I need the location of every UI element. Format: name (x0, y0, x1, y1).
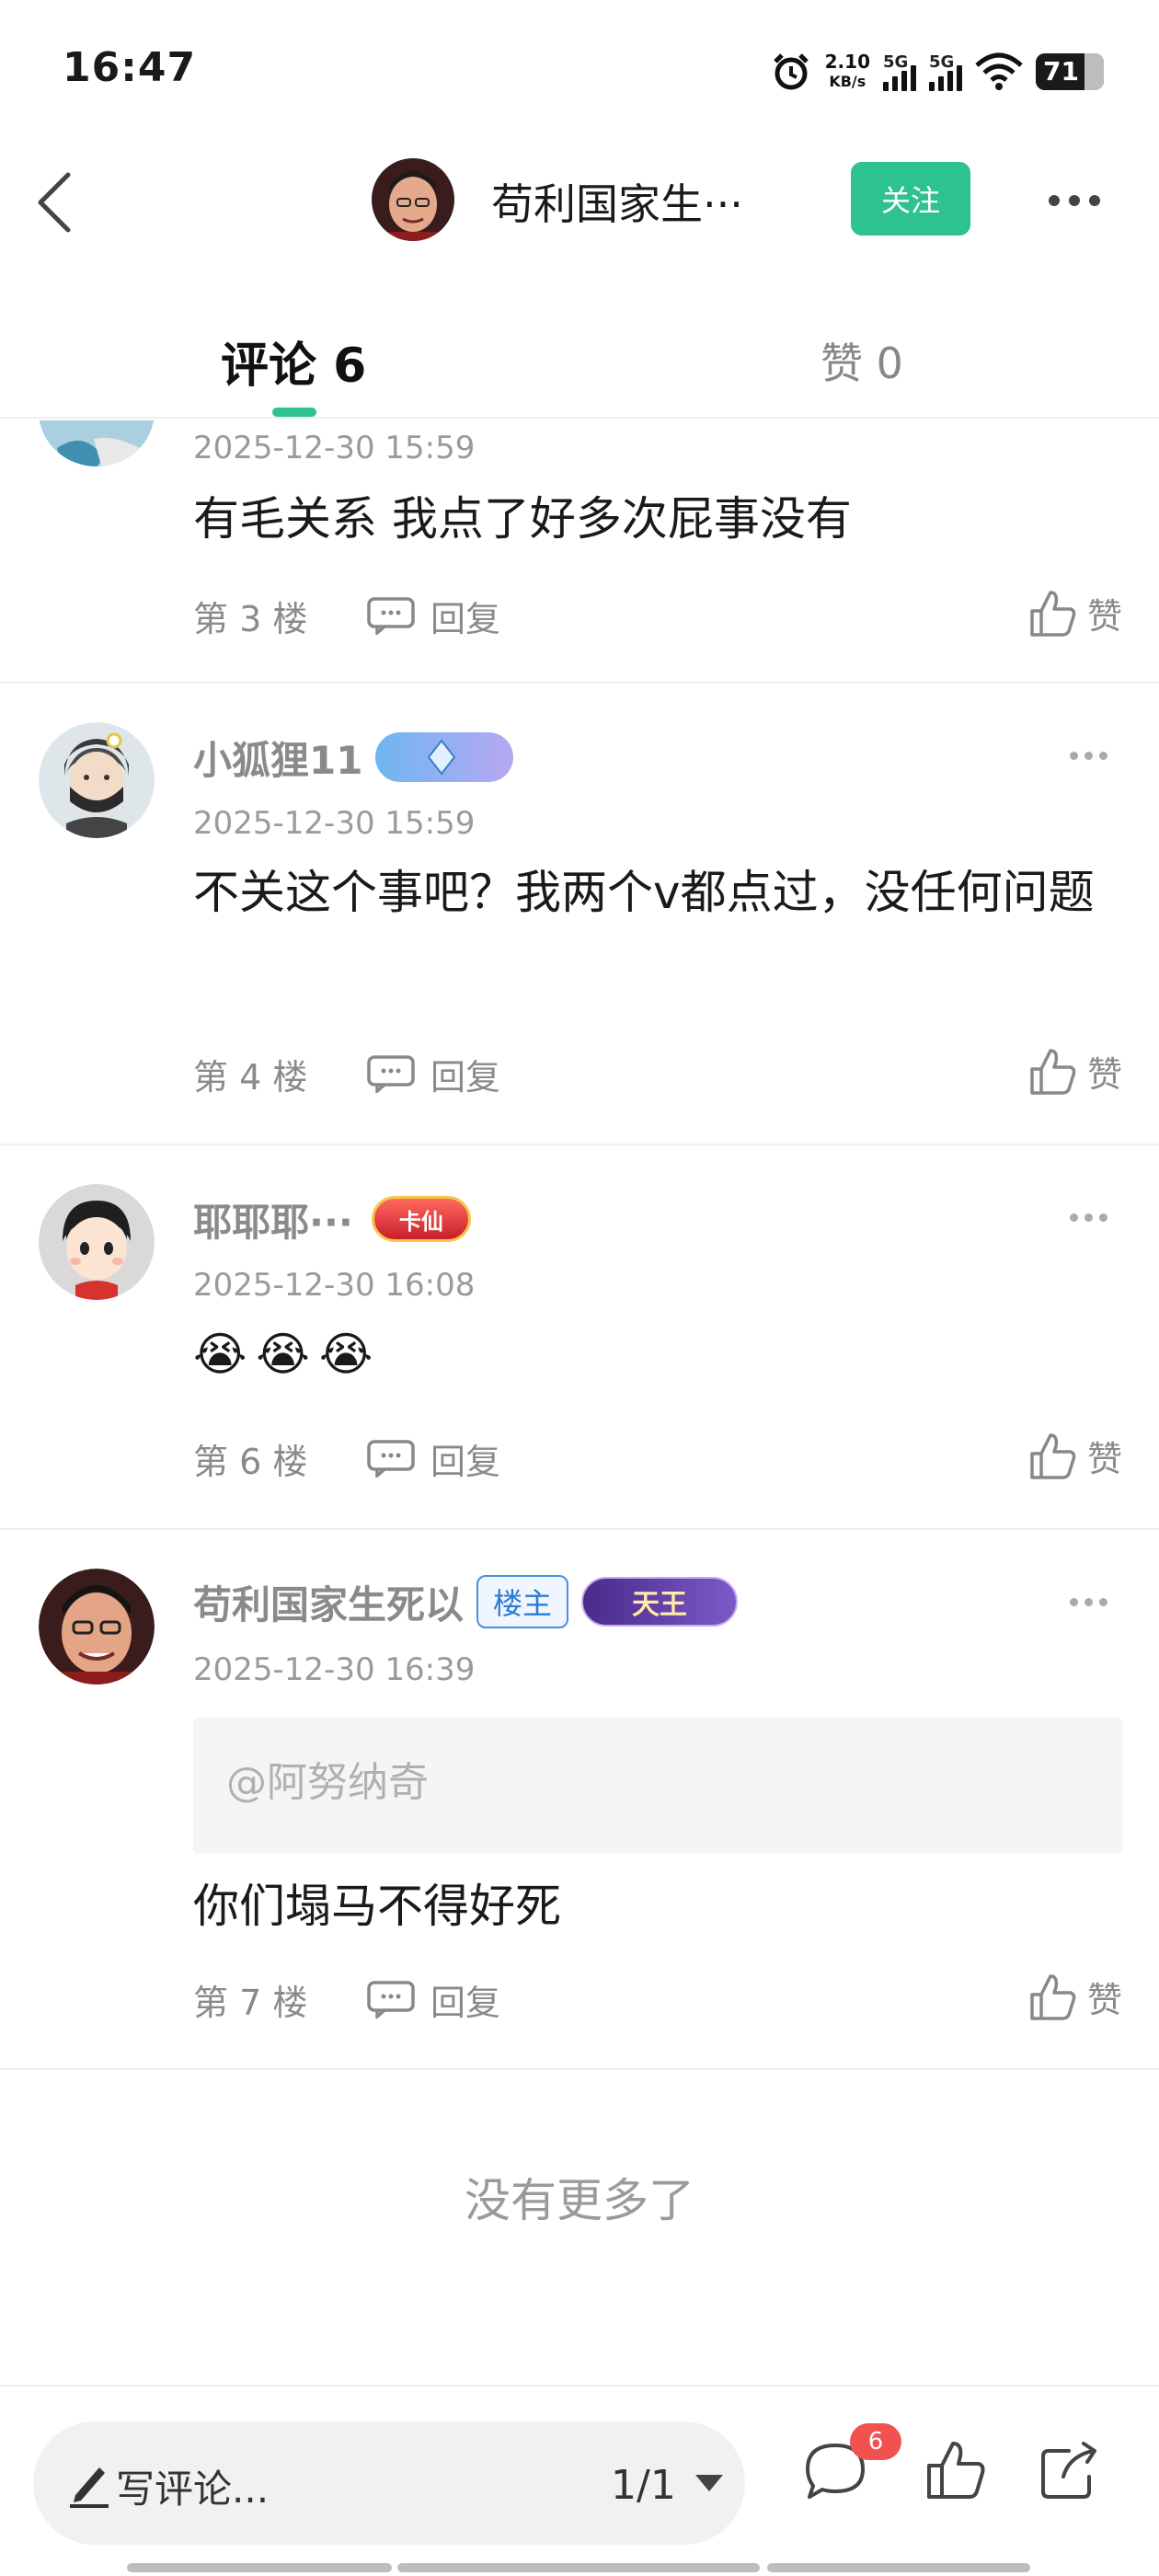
owner-tag: 楼主 (476, 1575, 569, 1628)
signal-icon: 5G (929, 52, 962, 91)
level-badge: 天王 (581, 1577, 739, 1627)
thumbs-up-icon[interactable] (920, 2434, 993, 2508)
net-speed-value: 2.10 (824, 51, 870, 73)
reply-icon[interactable] (366, 1439, 416, 1478)
comment-footer: 第 3 楼 回复 赞 (193, 588, 1122, 643)
gesture-bar (127, 2563, 392, 2572)
bottom-bar: 写评论... 1/1 6 (0, 2385, 1159, 2576)
author-name[interactable]: 苟利国家生死以 (193, 1574, 464, 1630)
thumbs-up-icon (1030, 590, 1076, 637)
like-label: 赞 (1086, 596, 1122, 637)
gesture-bar (397, 2563, 760, 2572)
more-options-icon[interactable] (1049, 182, 1113, 219)
reply-button[interactable]: 回复 (430, 1049, 500, 1099)
floor-number: 第 3 楼 (193, 598, 308, 639)
signal-label: 5G (929, 52, 955, 72)
comment-more-icon[interactable] (1070, 1213, 1107, 1222)
write-comment-placeholder: 写评论... (116, 2467, 270, 2512)
share-icon[interactable] (1032, 2434, 1106, 2508)
floor-number: 第 6 楼 (193, 1441, 308, 1482)
net-speed: 2.10 KB/s (825, 52, 870, 92)
floor-number: 第 4 楼 (193, 1056, 308, 1098)
comment-text: 有毛关系 我点了好多次屁事没有 (193, 492, 852, 546)
pencil-icon (70, 2467, 109, 2508)
reply-icon[interactable] (366, 1980, 416, 2018)
status-bar: 16:47 2.10 KB/s 5G 5G 71 (0, 0, 1159, 138)
author-avatar[interactable] (372, 158, 454, 241)
comment-footer: 第 4 楼 回复 赞 (193, 1046, 1122, 1101)
comment-time: 2025-12-30 16:39 (193, 1651, 476, 1688)
comment-item: 小狐狸11 2025-12-30 15:59 不关这个事吧？我两个v都点过，没任… (0, 685, 1159, 1145)
alarm-icon (773, 53, 809, 90)
reply-button[interactable]: 回复 (430, 1974, 500, 2025)
thumbs-up-icon (1030, 1432, 1076, 1479)
page-indicator[interactable]: 1/1 (611, 2462, 676, 2509)
comment-more-icon[interactable] (1070, 1598, 1107, 1606)
battery-level: 71 (1043, 56, 1079, 86)
wifi-icon (975, 52, 1023, 90)
chevron-down-icon[interactable] (695, 2475, 723, 2491)
page-title[interactable]: 苟利国家生··· (491, 171, 743, 232)
quoted-reply[interactable]: @阿努纳奇 (193, 1718, 1122, 1854)
comment-footer: 第 7 楼 回复 赞 (193, 1972, 1122, 2027)
floor-number: 第 7 楼 (193, 1982, 308, 2023)
net-speed-unit: KB/s (829, 73, 866, 90)
level-badge (375, 732, 514, 782)
reply-button[interactable]: 回复 (430, 591, 500, 641)
badge-label: 天王 (632, 1589, 688, 1621)
comment-text: 😭😭😭 (193, 1328, 383, 1381)
like-button[interactable]: 赞 (1028, 588, 1122, 638)
thumbs-up-icon (1030, 1973, 1076, 2020)
like-label: 赞 (1086, 1980, 1122, 2020)
follow-button[interactable]: 关注 (851, 162, 970, 236)
like-label: 赞 (1086, 1054, 1122, 1095)
top-header: 苟利国家生··· 关注 (0, 138, 1159, 267)
write-comment-input[interactable]: 写评论... 1/1 (33, 2421, 745, 2545)
comment-count-badge: 6 (850, 2423, 901, 2460)
comment-item: 苟利国家生死以 楼主 天王 2025-12-30 16:39 @阿努纳奇 你们塌… (0, 1532, 1159, 2070)
tab-bar: 评论 6 赞 0 (0, 308, 1159, 419)
status-time: 16:47 (63, 44, 197, 91)
badge-label: 卡仙 (398, 1207, 443, 1235)
comment-author-row: 耶耶耶··· 卡仙 (193, 1191, 471, 1247)
like-button[interactable]: 赞 (1028, 1046, 1122, 1097)
battery-icon: 71 (1036, 53, 1104, 90)
back-icon[interactable] (28, 166, 92, 239)
avatar[interactable] (39, 1184, 155, 1300)
comment-author-row: 小狐狸11 (193, 730, 514, 786)
signal-label: 5G (883, 52, 909, 72)
end-of-list-text: 没有更多了 (465, 2174, 694, 2227)
gesture-bar (767, 2563, 1030, 2572)
tab-comments[interactable]: 评论 6 (221, 327, 366, 396)
like-button[interactable]: 赞 (1028, 1972, 1122, 2022)
thumbs-up-icon (1030, 1048, 1076, 1095)
reply-button[interactable]: 回复 (430, 1433, 500, 1484)
level-badge: 卡仙 (371, 1196, 471, 1242)
comment-item: 耶耶耶··· 卡仙 2025-12-30 16:08 😭😭😭 第 6 楼 回复 … (0, 1147, 1159, 1530)
status-icons: 2.10 KB/s 5G 5G 71 (770, 46, 1104, 98)
avatar[interactable] (39, 1569, 155, 1685)
reply-icon[interactable] (366, 1054, 416, 1093)
tab-active-indicator (272, 408, 316, 417)
signal-icon: 5G (883, 52, 916, 91)
comment-text: 不关这个事吧？我两个v都点过，没任何问题 (193, 866, 1095, 919)
like-label: 赞 (1086, 1439, 1122, 1479)
tab-likes[interactable]: 赞 0 (820, 330, 903, 391)
comment-author-row: 苟利国家生死以 楼主 天王 (193, 1574, 739, 1630)
comment-time: 2025-12-30 16:08 (193, 1267, 476, 1304)
comment-footer: 第 6 楼 回复 赞 (193, 1431, 1122, 1486)
like-button[interactable]: 赞 (1028, 1431, 1122, 1481)
avatar[interactable] (39, 722, 155, 838)
crystal-icon (428, 739, 456, 776)
reply-icon[interactable] (366, 596, 416, 635)
author-name[interactable]: 小狐狸11 (193, 730, 362, 786)
comment-time: 2025-12-30 15:59 (193, 430, 476, 466)
comment-more-icon[interactable] (1070, 752, 1107, 760)
comment-time: 2025-12-30 15:59 (193, 805, 476, 842)
comment-item: 2025-12-30 15:59 有毛关系 我点了好多次屁事没有 第 3 楼 回… (0, 420, 1159, 684)
author-name[interactable]: 耶耶耶··· (193, 1191, 353, 1248)
comment-text: 你们塌马不得好死 (193, 1880, 561, 1933)
